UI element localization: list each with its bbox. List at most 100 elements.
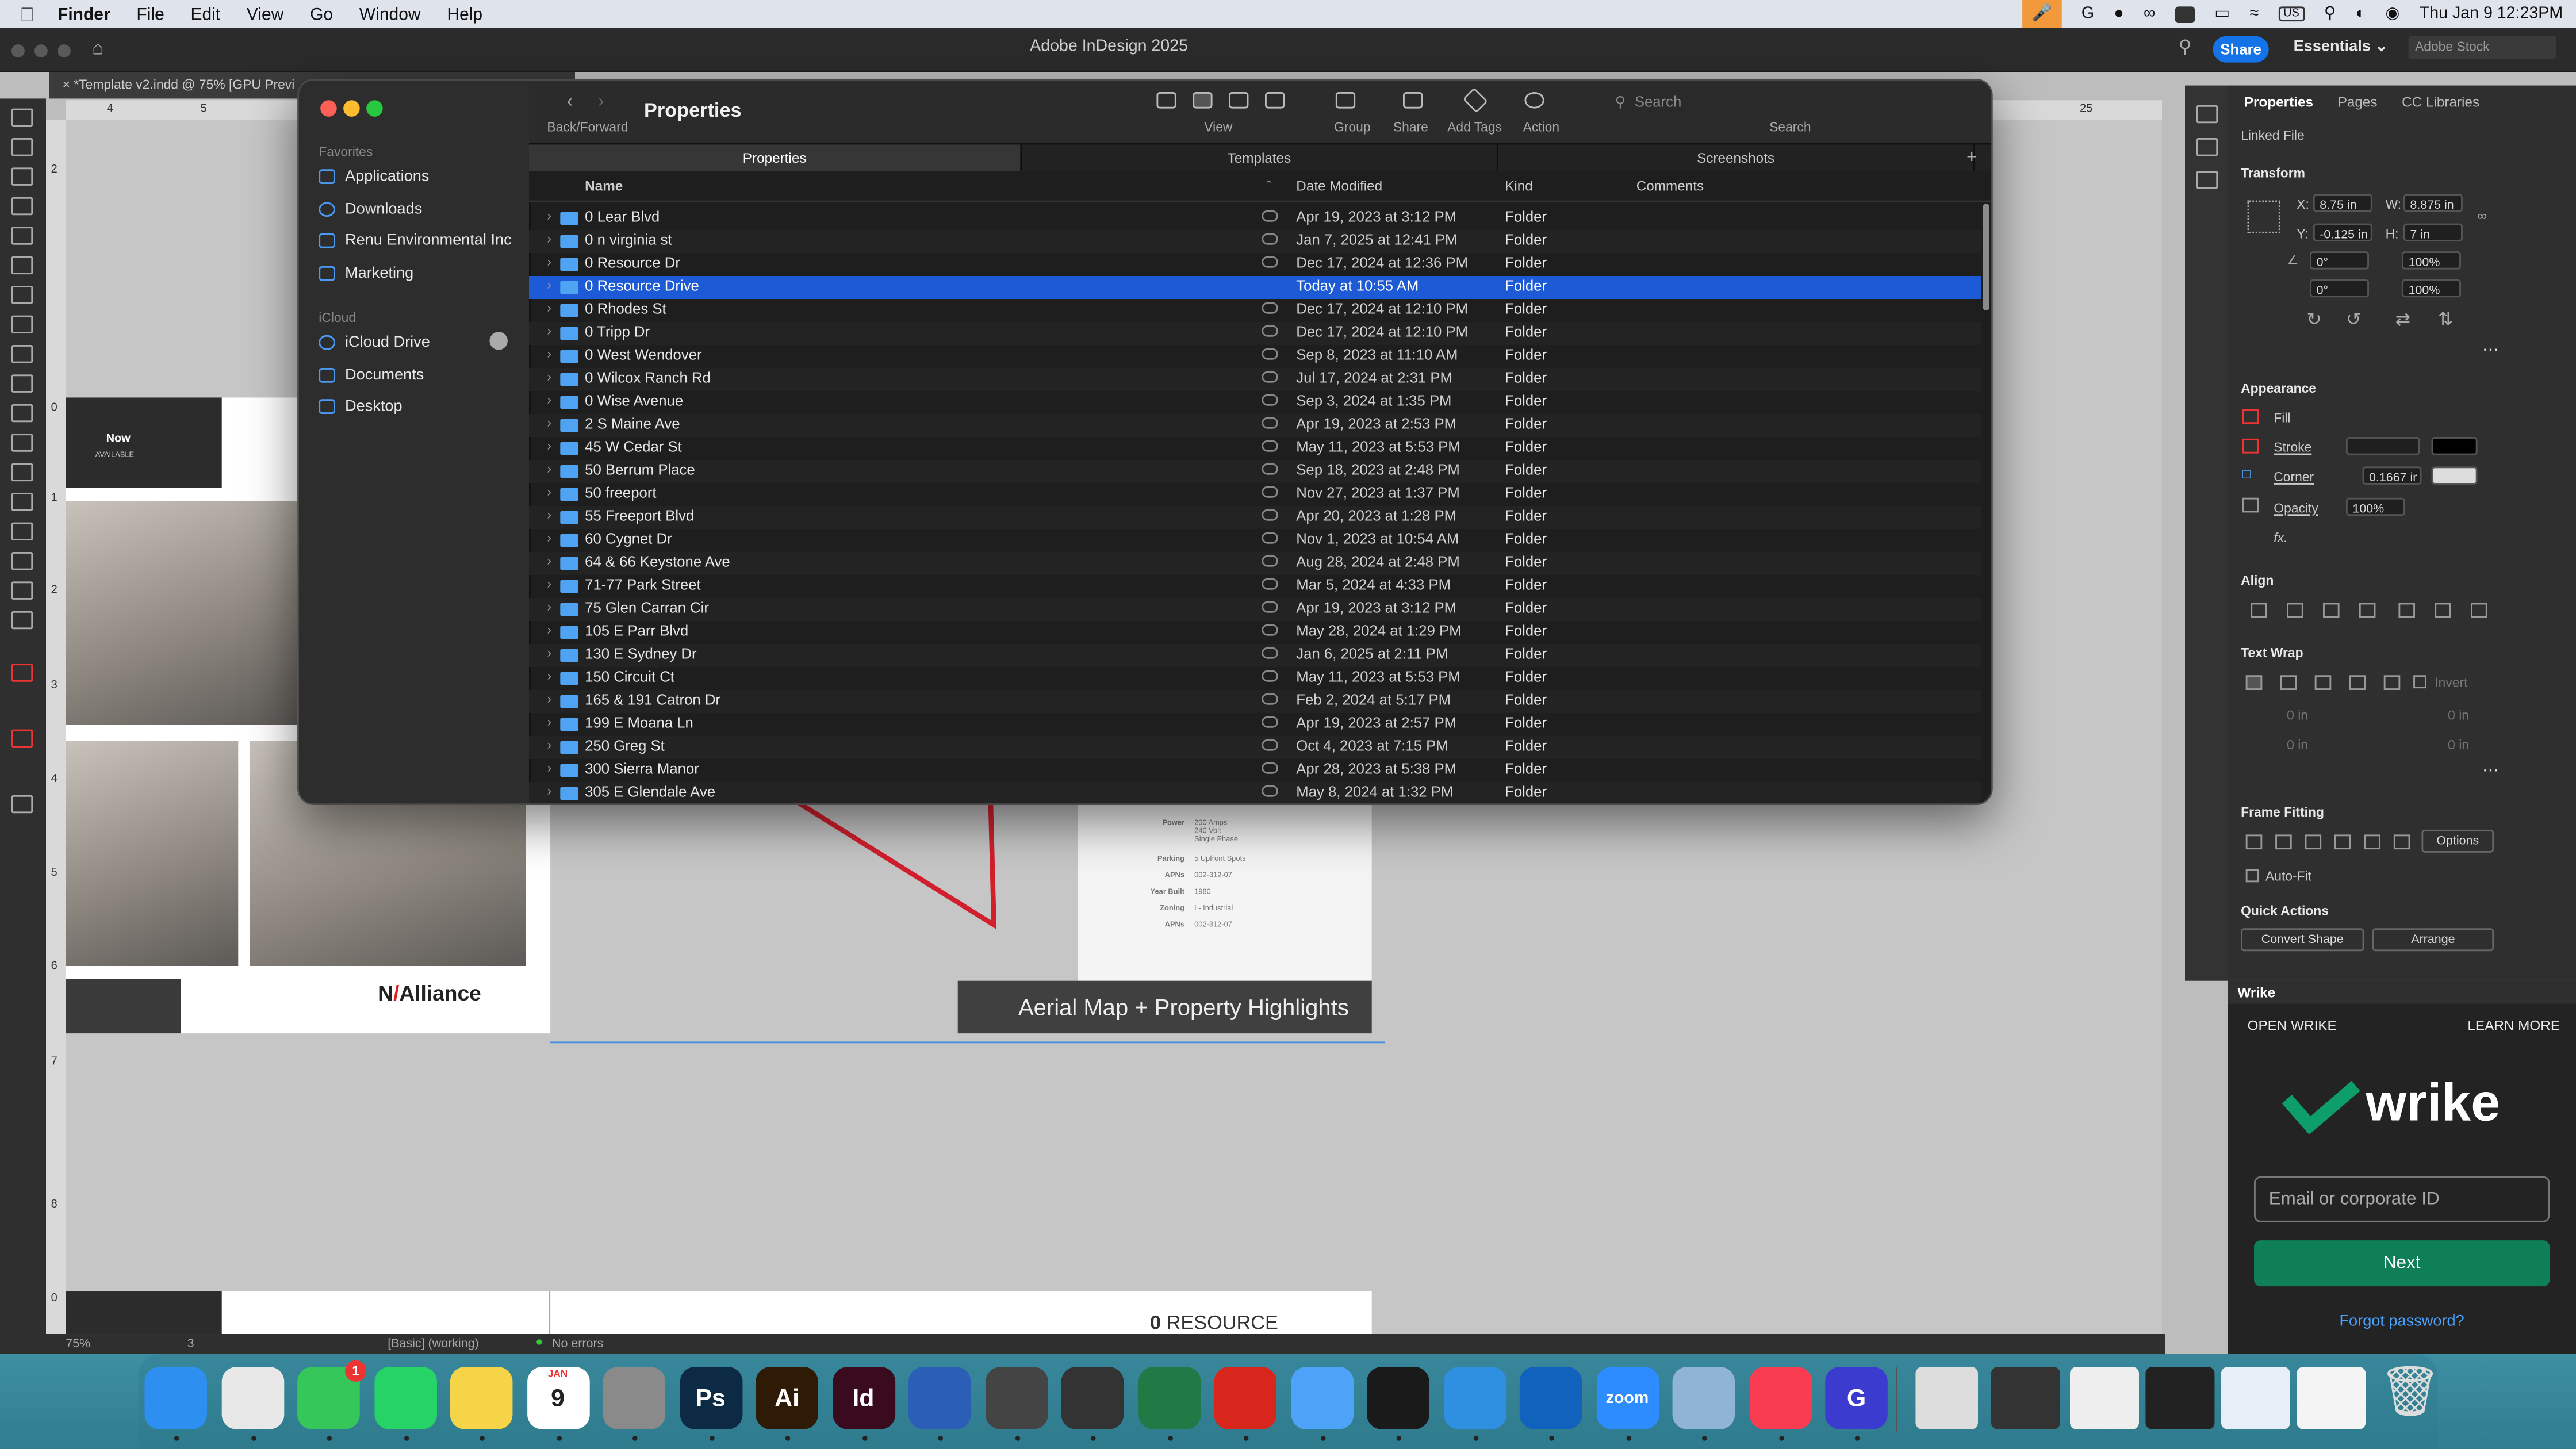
- fit-content-to-frame-icon[interactable]: [2334, 834, 2351, 850]
- wrap-bottom-offset[interactable]: 0 in: [2287, 738, 2308, 753]
- corner-radius-field[interactable]: 0.1667 ir: [2362, 466, 2422, 485]
- tab-cc-libraries[interactable]: CC Libraries: [2402, 94, 2479, 110]
- finder-close-button[interactable]: [320, 100, 337, 117]
- menu-go[interactable]: Go: [297, 4, 346, 24]
- wrike-panel-title[interactable]: Wrike: [2228, 980, 2576, 1004]
- jump-object-icon[interactable]: [2349, 675, 2366, 690]
- menu-view[interactable]: View: [233, 4, 297, 24]
- table-row[interactable]: › 150 Circuit Ct May 11, 2023 at 5:53 PM Fo…: [529, 667, 1981, 690]
- preview-icon[interactable]: [1672, 1367, 1735, 1429]
- disclosure-chevron-icon[interactable]: ›: [547, 784, 551, 799]
- type-tool-icon[interactable]: [12, 256, 33, 275]
- wrap-left-offset[interactable]: 0 in: [2448, 708, 2469, 723]
- scale-x-field[interactable]: 100%: [2402, 251, 2461, 270]
- zoom-tray-icon[interactable]: ●: [2114, 5, 2123, 23]
- lightbulb-icon[interactable]: ⚲: [2179, 36, 2192, 57]
- whatsapp-icon[interactable]: [374, 1367, 436, 1429]
- finder-icon[interactable]: [144, 1367, 207, 1429]
- rectangle-tool-icon[interactable]: [12, 404, 33, 423]
- sidebar-item-applications[interactable]: Applications: [319, 164, 519, 191]
- layers-panel-icon[interactable]: [2196, 138, 2218, 156]
- convert-shape-button[interactable]: Convert Shape: [2241, 928, 2364, 952]
- finder-minimize-button[interactable]: [343, 100, 360, 117]
- forgot-password-link[interactable]: Forgot password?: [2254, 1313, 2550, 1331]
- open-wrike-link[interactable]: OPEN WRIKE: [2248, 1017, 2337, 1034]
- content-collector-icon[interactable]: [12, 227, 33, 245]
- disclosure-chevron-icon[interactable]: ›: [547, 301, 551, 316]
- alliance-logo[interactable]: N/Alliance: [378, 981, 481, 1006]
- jump-next-column-icon[interactable]: [2383, 675, 2401, 690]
- table-row[interactable]: › 199 E Moana Ln Apr 19, 2023 at 2:57 PM Fo…: [529, 713, 1981, 736]
- pages-panel-icon[interactable]: [2196, 105, 2218, 124]
- table-row[interactable]: › 165 & 191 Catron Dr Feb 2, 2024 at 5:17 …: [529, 690, 1981, 713]
- table-row[interactable]: › 0 Tripp Dr Dec 17, 2024 at 12:10 PM Folde…: [529, 322, 1981, 345]
- share-icon[interactable]: [1403, 92, 1423, 109]
- table-row[interactable]: › 2 S Maine Ave Apr 19, 2023 at 2:53 PM Fol…: [529, 414, 1981, 437]
- align-center-h-icon[interactable]: [2323, 603, 2340, 618]
- activity-monitor-icon[interactable]: [1367, 1367, 1429, 1429]
- align-top-icon[interactable]: [2398, 603, 2415, 618]
- rectangle-frame-tool-icon[interactable]: [12, 374, 33, 393]
- property-highlights-table[interactable]: Power 200 Amps 240 Volt Single Phase Parki…: [1078, 802, 1372, 981]
- list-view-icon[interactable]: [1193, 92, 1213, 109]
- mail-icon[interactable]: [1290, 1367, 1353, 1429]
- sidebar-item-renu[interactable]: Renu Environmental Inc: [319, 228, 519, 255]
- fit-content-proportionally-icon[interactable]: [2275, 834, 2292, 850]
- opacity-label[interactable]: Opacity: [2274, 501, 2318, 516]
- workspace-switcher[interactable]: Essentials ⌄: [2294, 38, 2389, 56]
- effects-button[interactable]: fx.: [2274, 531, 2287, 546]
- disclosure-chevron-icon[interactable]: ›: [547, 692, 551, 707]
- zoom-icon[interactable]: zoom: [1596, 1367, 1659, 1429]
- pen-tool-icon[interactable]: [12, 315, 33, 334]
- gallery-view-icon[interactable]: [1265, 92, 1285, 109]
- frame-fitting-options-button[interactable]: Options: [2421, 829, 2494, 853]
- page-tool-icon[interactable]: [12, 167, 33, 186]
- adobe-stock-search[interactable]: Adobe Stock: [2408, 36, 2556, 59]
- sidebar-item-marketing[interactable]: Marketing: [319, 261, 519, 288]
- back-button-icon[interactable]: ‹: [567, 92, 573, 112]
- stroke-type-dropdown[interactable]: [2431, 437, 2478, 455]
- disclosure-chevron-icon[interactable]: ›: [547, 531, 551, 546]
- flip-vertical-icon[interactable]: ⇅: [2438, 309, 2453, 330]
- pencil-tool-icon[interactable]: [12, 345, 33, 363]
- disclosure-chevron-icon[interactable]: ›: [547, 255, 551, 270]
- disclosure-chevron-icon[interactable]: ›: [547, 416, 551, 431]
- scale-y-field[interactable]: 100%: [2402, 279, 2461, 298]
- disclosure-chevron-icon[interactable]: ›: [547, 577, 551, 592]
- sidebar-item-desktop[interactable]: Desktop: [319, 394, 519, 421]
- zoom-level[interactable]: 75%: [66, 1336, 90, 1351]
- interior-photo[interactable]: [66, 741, 239, 966]
- table-row[interactable]: › 71-77 Park Street Mar 5, 2024 at 4:33 PM…: [529, 575, 1981, 598]
- corner-label[interactable]: Corner: [2274, 470, 2314, 485]
- align-to-icon[interactable]: [2251, 603, 2267, 618]
- notes-icon[interactable]: [450, 1367, 513, 1429]
- eyedropper-tool-icon[interactable]: [12, 552, 33, 570]
- action-icon[interactable]: [1524, 92, 1544, 109]
- messages-icon[interactable]: 1: [297, 1360, 367, 1429]
- trash-icon[interactable]: 🗑: [2379, 1363, 2441, 1429]
- apply-none-icon[interactable]: [12, 729, 33, 747]
- disclosure-chevron-icon[interactable]: ›: [547, 554, 551, 569]
- rotate-cw-icon[interactable]: ↻: [2306, 309, 2321, 330]
- minimized-window-thumbnail[interactable]: [2145, 1367, 2215, 1429]
- flip-horizontal-icon[interactable]: ⇄: [2395, 309, 2410, 330]
- wrap-bounding-box-icon[interactable]: [2280, 675, 2297, 690]
- links-panel-icon[interactable]: [2196, 171, 2218, 189]
- grammarly-icon[interactable]: G: [1825, 1367, 1888, 1429]
- screenshot-icon[interactable]: [984, 1367, 1048, 1429]
- preflight-profile[interactable]: [Basic] (working): [388, 1336, 478, 1351]
- disclosure-chevron-icon[interactable]: ›: [547, 646, 551, 661]
- shear-field[interactable]: 0°: [2310, 279, 2369, 298]
- screen-mode-icon[interactable]: [12, 795, 33, 814]
- fill-frame-proportionally-icon[interactable]: [2245, 834, 2263, 850]
- content-aware-fit-icon[interactable]: [2393, 834, 2410, 850]
- table-row[interactable]: › 55 Freeport Blvd Apr 20, 2023 at 1:28 PM…: [529, 506, 1981, 529]
- tag-icon[interactable]: [1462, 87, 1488, 113]
- line-tool-icon[interactable]: [12, 286, 33, 304]
- fill-swatch-icon[interactable]: [2242, 409, 2259, 424]
- vertical-ruler[interactable]: 2 0 1 2 3 4 5 6 7 8 0: [46, 120, 68, 1336]
- no-wrap-icon[interactable]: [2245, 675, 2263, 690]
- minimized-window-thumbnail[interactable]: [2297, 1367, 2366, 1429]
- calculator-icon[interactable]: [1061, 1367, 1124, 1429]
- rotate-ccw-icon[interactable]: ↺: [2346, 309, 2361, 330]
